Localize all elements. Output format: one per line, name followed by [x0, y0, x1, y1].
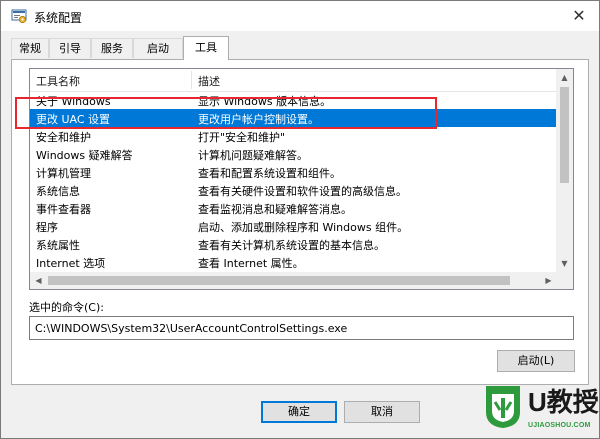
tab-tools[interactable]: 工具: [183, 36, 229, 60]
tool-name: Internet 选项: [36, 257, 106, 270]
tool-description: 启动、添加或删除程序和 Windows 组件。: [198, 221, 409, 234]
list-item[interactable]: 计算机管理 查看和配置系统设置和组件。: [30, 163, 557, 181]
tab-label: 工具: [195, 41, 217, 54]
list-item[interactable]: 程序 启动、添加或删除程序和 Windows 组件。: [30, 217, 557, 235]
scroll-up-icon[interactable]: ▲: [556, 69, 573, 86]
ujiaoshou-watermark: U教授 UJIAOSHOU.COM: [482, 378, 600, 439]
selected-command-value: C:\WINDOWS\System32\UserAccountControlSe…: [35, 322, 348, 335]
tool-name: 安全和维护: [36, 131, 91, 144]
tab-label: 引导: [59, 42, 81, 55]
list-column-header: 工具名称 描述: [30, 69, 557, 92]
cancel-button[interactable]: 取消: [344, 401, 420, 423]
tab-label: 服务: [101, 42, 123, 55]
tool-description: 查看和配置系统设置和组件。: [198, 167, 341, 180]
tool-name: 系统属性: [36, 239, 80, 252]
scrollbar-corner: [556, 272, 573, 289]
tool-description: 查看 Internet 属性。: [198, 257, 304, 270]
vertical-scrollbar[interactable]: ▲ ▼: [556, 69, 573, 272]
tool-name: 程序: [36, 221, 58, 234]
horizontal-scroll-thumb[interactable]: [48, 276, 510, 285]
close-button[interactable]: ✕: [567, 4, 591, 28]
tool-description: 打开"安全和维护": [198, 131, 286, 144]
scroll-down-icon[interactable]: ▼: [556, 255, 573, 272]
list-item[interactable]: Internet 选项 查看 Internet 属性。: [30, 253, 557, 271]
scroll-left-icon[interactable]: ◀: [30, 272, 47, 289]
selected-command-label: 选中的命令(C):: [29, 301, 104, 314]
tab-services[interactable]: 服务: [91, 38, 133, 58]
vertical-scroll-thumb[interactable]: [560, 87, 569, 183]
msconfig-icon: [11, 9, 27, 24]
horizontal-scrollbar[interactable]: ◀ ▶: [30, 272, 557, 289]
watermark-brand: U教授: [528, 387, 599, 417]
tool-name: 计算机管理: [36, 167, 91, 180]
launch-button[interactable]: 启动(L): [497, 350, 575, 372]
column-header-description[interactable]: 描述: [198, 73, 220, 89]
column-header-tool-name[interactable]: 工具名称: [36, 73, 80, 89]
list-item[interactable]: 安全和维护 打开"安全和维护": [30, 127, 557, 145]
ok-button[interactable]: 确定: [261, 401, 337, 423]
list-item[interactable]: Windows 疑难解答 计算机问题疑难解答。: [30, 145, 557, 163]
title-bar[interactable]: 系统配置 ✕: [1, 1, 599, 31]
tool-description: 查看监视消息和疑难解答消息。: [198, 203, 352, 216]
tab-boot[interactable]: 引导: [49, 38, 91, 58]
tab-label: 启动: [147, 42, 169, 55]
ujiaoshou-logo-icon: [486, 386, 520, 428]
list-item[interactable]: 事件查看器 查看监视消息和疑难解答消息。: [30, 199, 557, 217]
tab-label: 常规: [19, 42, 41, 55]
tool-description: 计算机问题疑难解答。: [198, 149, 308, 162]
selected-command-field[interactable]: C:\WINDOWS\System32\UserAccountControlSe…: [29, 316, 574, 340]
system-configuration-window: 系统配置 ✕ 常规 引导 服务 启动 工具 工具名称 描述 关于 Windows…: [0, 0, 600, 439]
scroll-right-icon[interactable]: ▶: [540, 272, 557, 289]
tool-description: 查看有关计算机系统设置的基本信息。: [198, 239, 385, 252]
column-separator[interactable]: [191, 71, 192, 89]
red-highlight-annotation: [15, 97, 437, 129]
close-icon: ✕: [572, 6, 586, 25]
tool-name: 系统信息: [36, 185, 80, 198]
tab-general[interactable]: 常规: [11, 38, 49, 58]
tool-name: 事件查看器: [36, 203, 91, 216]
tab-startup[interactable]: 启动: [133, 38, 183, 58]
tool-description: 查看有关硬件设置和软件设置的高级信息。: [198, 185, 407, 198]
window-title: 系统配置: [34, 11, 83, 25]
list-item[interactable]: 系统属性 查看有关计算机系统设置的基本信息。: [30, 235, 557, 253]
watermark-url: UJIAOSHOU.COM: [528, 422, 591, 429]
tool-name: Windows 疑难解答: [36, 149, 133, 162]
list-item[interactable]: 系统信息 查看有关硬件设置和软件设置的高级信息。: [30, 181, 557, 199]
